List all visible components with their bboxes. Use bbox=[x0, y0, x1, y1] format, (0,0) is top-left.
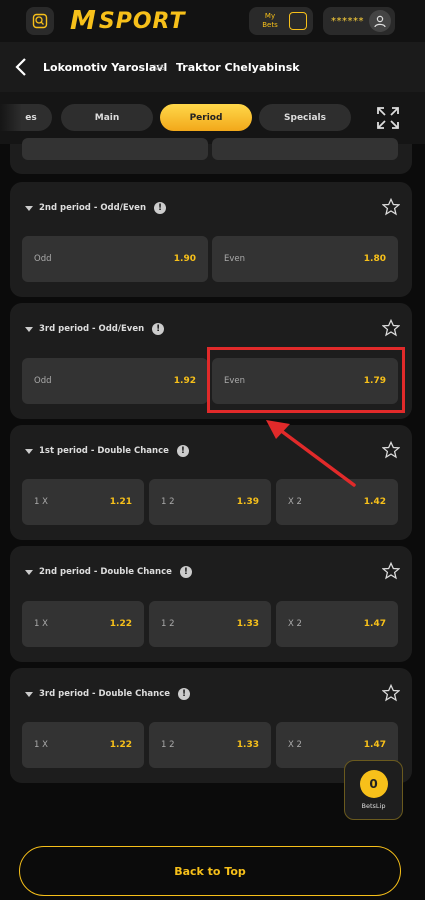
collapse-triangle-icon bbox=[25, 691, 33, 697]
search-ticket-icon bbox=[32, 13, 48, 29]
tabs-fade bbox=[0, 92, 22, 144]
market-title[interactable]: 3rd period - Odd/Even ! bbox=[25, 323, 165, 335]
back-arrow-icon[interactable] bbox=[13, 57, 29, 77]
odd-button[interactable] bbox=[22, 138, 208, 160]
collapse-triangle-icon bbox=[25, 448, 33, 454]
odd-button-odd[interactable]: Odd 1.90 bbox=[22, 236, 208, 282]
odd-label: 1 2 bbox=[161, 740, 175, 750]
annotation-highlight-box bbox=[207, 347, 405, 413]
account-balance-masked: ****** bbox=[331, 15, 364, 27]
odd-button-1x[interactable]: 1 X 1.21 bbox=[22, 479, 144, 525]
odd-value: 1.92 bbox=[173, 376, 196, 386]
odd-label: Odd bbox=[34, 254, 52, 264]
odd-value: 1.22 bbox=[109, 740, 132, 750]
my-bets-button[interactable]: My Bets bbox=[249, 7, 313, 35]
market-tabs: es Main Period Specials bbox=[0, 92, 425, 144]
my-bets-label: My Bets bbox=[262, 12, 278, 29]
collapse-triangle-icon bbox=[25, 205, 33, 211]
market-title-text: 2nd period - Double Chance bbox=[39, 567, 172, 577]
odd-value: 1.47 bbox=[363, 619, 386, 629]
away-team: Traktor Chelyabinsk bbox=[176, 61, 300, 74]
market-title-text: 1st period - Double Chance bbox=[39, 446, 169, 456]
betslip-button[interactable]: 0 BetsLip bbox=[344, 760, 403, 820]
odd-value: 1.39 bbox=[236, 497, 259, 507]
odd-button-1x[interactable]: 1 X 1.22 bbox=[22, 601, 144, 647]
market-title[interactable]: 3rd period - Double Chance ! bbox=[25, 688, 191, 700]
tab-label: Specials bbox=[284, 112, 326, 123]
market-title-text: 2nd period - Odd/Even bbox=[39, 203, 146, 213]
odd-label: 1 X bbox=[34, 740, 48, 750]
tab-specials[interactable]: Specials bbox=[259, 104, 351, 131]
odd-button-12[interactable]: 1 2 1.33 bbox=[149, 601, 271, 647]
odd-value: 1.33 bbox=[236, 740, 259, 750]
odd-value: 1.47 bbox=[363, 740, 386, 750]
search-ticket-button[interactable] bbox=[26, 7, 54, 35]
annotation-arrow-icon bbox=[266, 420, 356, 487]
odd-value: 1.33 bbox=[236, 619, 259, 629]
odd-label: 1 X bbox=[34, 497, 48, 507]
tab-period[interactable]: Period bbox=[160, 104, 252, 131]
info-icon[interactable]: ! bbox=[179, 566, 192, 578]
odd-label: X 2 bbox=[288, 740, 302, 750]
info-icon[interactable]: ! bbox=[154, 202, 166, 214]
odd-value: 1.22 bbox=[109, 619, 132, 629]
market-title-text: 3rd period - Double Chance bbox=[39, 689, 171, 699]
market-title[interactable]: 2nd period - Odd/Even ! bbox=[25, 202, 166, 214]
info-icon[interactable]: ! bbox=[178, 688, 191, 700]
match-header: Lokomotiv Yaroslavl vs Traktor Chelyabin… bbox=[0, 42, 425, 92]
info-icon[interactable]: ! bbox=[152, 323, 165, 335]
tab-label: Main bbox=[94, 112, 120, 123]
collapse-expand-icon[interactable] bbox=[374, 104, 402, 132]
tab-label: Period bbox=[189, 112, 223, 123]
info-icon[interactable]: ! bbox=[176, 445, 189, 457]
odd-label: 1 2 bbox=[161, 497, 175, 507]
odd-value: 1.80 bbox=[363, 254, 386, 264]
betslip-label: BetsLip bbox=[361, 802, 386, 810]
market-card-partial bbox=[10, 138, 412, 174]
tab-label: es bbox=[25, 112, 37, 123]
odd-label: Odd bbox=[34, 376, 52, 386]
odd-label: X 2 bbox=[288, 619, 302, 629]
favorite-star-icon[interactable] bbox=[382, 441, 400, 459]
odd-button-12[interactable]: 1 2 1.33 bbox=[149, 722, 271, 768]
odd-button-odd[interactable]: Odd 1.92 bbox=[22, 358, 208, 404]
back-to-top-label: Back to Top bbox=[174, 864, 246, 878]
odd-value: 1.21 bbox=[109, 497, 132, 507]
tab-main[interactable]: Main bbox=[61, 104, 153, 131]
odd-button-x2[interactable]: X 2 1.47 bbox=[276, 601, 398, 647]
collapse-triangle-icon bbox=[25, 326, 33, 332]
betslip-count: 0 bbox=[359, 770, 388, 798]
vs-label: vs bbox=[154, 62, 166, 73]
odd-button-12[interactable]: 1 2 1.39 bbox=[149, 479, 271, 525]
market-title-text: 3rd period - Odd/Even bbox=[39, 324, 145, 334]
odd-label: Even bbox=[224, 254, 246, 264]
user-avatar-icon bbox=[369, 10, 391, 32]
market-card: 2nd period - Odd/Even ! Odd 1.90 Even 1.… bbox=[10, 182, 412, 297]
bets-list-icon bbox=[289, 12, 307, 30]
home-team: Lokomotiv Yaroslavl bbox=[43, 61, 168, 74]
odd-label: 1 2 bbox=[161, 619, 175, 629]
odd-button-even[interactable]: Even 1.80 bbox=[212, 236, 398, 282]
favorite-star-icon[interactable] bbox=[382, 562, 400, 580]
favorite-star-icon[interactable] bbox=[382, 319, 400, 337]
back-to-top-button[interactable]: Back to Top bbox=[19, 846, 401, 896]
market-title[interactable]: 1st period - Double Chance ! bbox=[25, 445, 189, 457]
odd-button-1x[interactable]: 1 X 1.22 bbox=[22, 722, 144, 768]
market-card: 2nd period - Double Chance ! 1 X 1.22 1 … bbox=[10, 546, 412, 662]
odd-label: X 2 bbox=[288, 497, 302, 507]
app-root: M SPORT My Bets ****** Lokomotiv Yarosla… bbox=[0, 0, 425, 900]
odd-value: 1.42 bbox=[363, 497, 386, 507]
odd-button[interactable] bbox=[212, 138, 398, 160]
top-header: M SPORT My Bets ****** bbox=[0, 0, 425, 42]
odd-label: 1 X bbox=[34, 619, 48, 629]
brand-logo[interactable]: M SPORT bbox=[70, 6, 186, 36]
market-title[interactable]: 2nd period - Double Chance ! bbox=[25, 566, 192, 578]
collapse-triangle-icon bbox=[25, 569, 33, 575]
logo-text: SPORT bbox=[98, 8, 186, 34]
favorite-star-icon[interactable] bbox=[382, 684, 400, 702]
logo-m: M bbox=[70, 6, 97, 36]
odd-value: 1.90 bbox=[173, 254, 196, 264]
favorite-star-icon[interactable] bbox=[382, 198, 400, 216]
account-button[interactable]: ****** bbox=[323, 7, 395, 35]
